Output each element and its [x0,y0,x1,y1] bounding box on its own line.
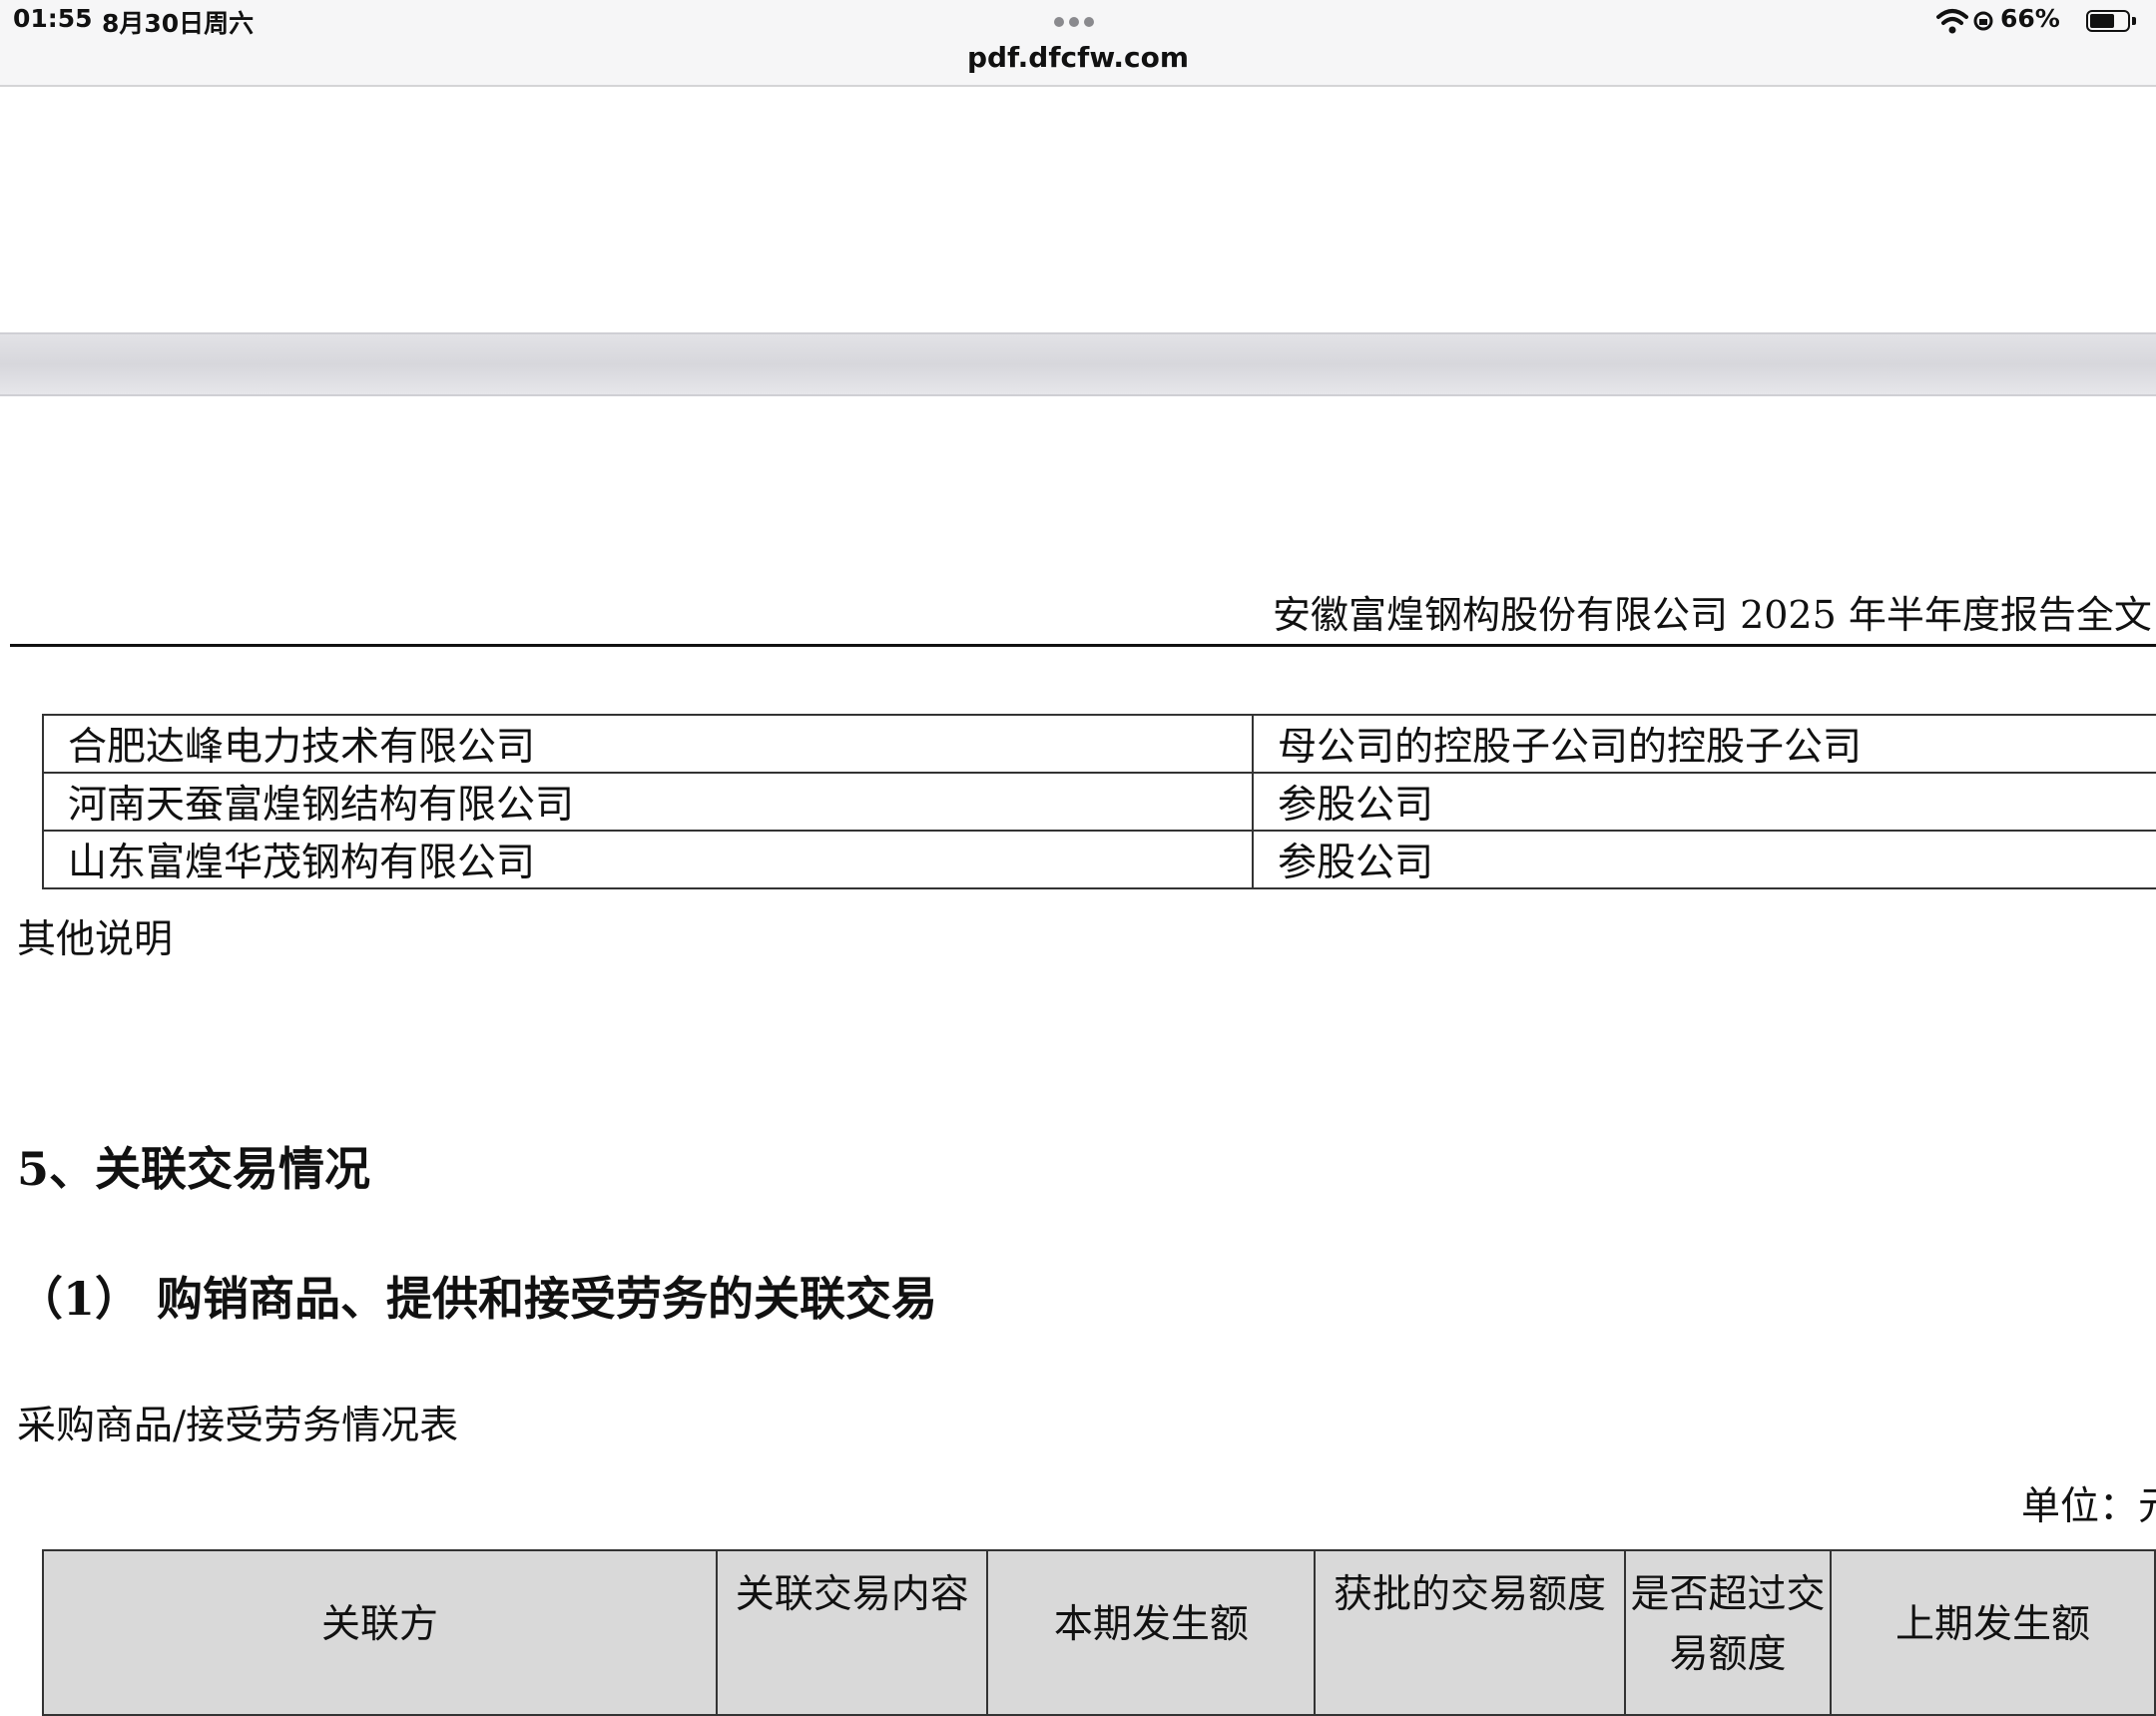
table-row: 河南天蚕富煌钢结构有限公司 参股公司 [42,772,2156,832]
battery-percent: 66% [2000,4,2060,33]
column-header: 关联交易内容 [715,1549,989,1716]
unit-label: 单位：元 [2021,1484,2156,1529]
related-party-table: 合肥达峰电力技术有限公司 母公司的控股子公司的控股子公司 河南天蚕富煌钢结构有限… [42,714,2156,889]
related-party-relation: 参股公司 [1252,772,2156,832]
column-header: 是否超过交易额度 [1623,1549,1833,1716]
report-header-title: 安徽富煌钢构股份有限公司 2025 年半年度报告全文 [1273,593,2152,637]
more-dots-icon[interactable] [1054,12,1100,27]
section-heading: 5、关联交易情况 [17,1142,371,1196]
related-party-name: 合肥达峰电力技术有限公司 [42,714,1254,774]
column-header: 上期发生额 [1830,1549,2156,1716]
column-header: 获批的交易额度 [1314,1549,1626,1716]
page-separator [0,332,2156,396]
related-party-relation: 母公司的控股子公司的控股子公司 [1252,714,2156,774]
other-note-label: 其他说明 [17,917,174,962]
related-party-name: 河南天蚕富煌钢结构有限公司 [42,772,1254,832]
battery-icon [2086,10,2130,32]
rotation-lock-icon [1973,11,1993,31]
wifi-icon [1936,9,1968,34]
status-indicators: 66% [1936,4,2156,40]
status-time: 01:55 [13,4,93,33]
battery-tip [2132,17,2136,25]
table-header-row: 关联方 关联交易内容 本期发生额 获批的交易额度 是否超过交易额度 上期发生额 [42,1549,2156,1716]
column-header: 关联方 [42,1549,718,1716]
subsection-heading: （1） 购销商品、提供和接受劳务的关联交易 [17,1272,938,1326]
header-rule [10,644,2156,647]
column-header: 本期发生额 [986,1549,1317,1716]
status-date: 8月30日周六 [102,9,255,38]
purchase-table-header: 关联方 关联交易内容 本期发生额 获批的交易额度 是否超过交易额度 上期发生额 [42,1549,2156,1716]
table-row: 合肥达峰电力技术有限公司 母公司的控股子公司的控股子公司 [42,714,2156,774]
related-party-relation: 参股公司 [1252,830,2156,889]
status-bar: 01:55 8月30日周六 pdf.dfcfw.com 66% [0,0,2156,87]
table-row: 山东富煌华茂钢构有限公司 参股公司 [42,830,2156,889]
table-caption: 采购商品/接受劳务情况表 [17,1404,459,1448]
related-party-name: 山东富煌华茂钢构有限公司 [42,830,1254,889]
address-url[interactable]: pdf.dfcfw.com [0,41,2156,74]
